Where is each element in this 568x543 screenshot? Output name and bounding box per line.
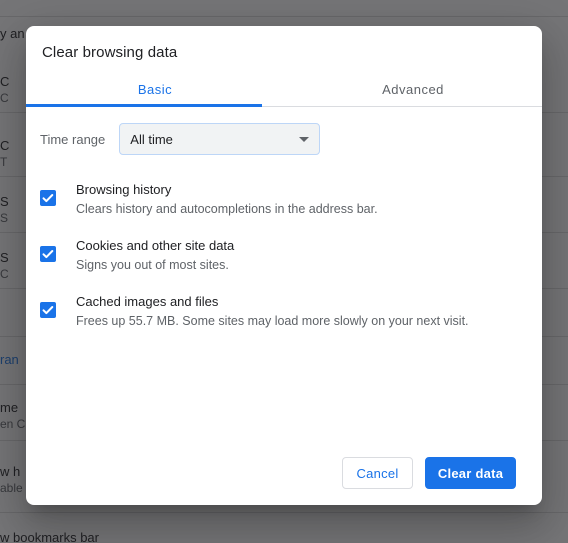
tab-advanced[interactable]: Advanced xyxy=(284,73,542,107)
option-text: Cookies and other site data Signs you ou… xyxy=(76,230,234,275)
chevron-down-icon xyxy=(299,137,310,142)
dialog-actions: Cancel Clear data xyxy=(26,441,542,505)
time-range-value: All time xyxy=(130,131,173,147)
option-title: Cached images and files xyxy=(76,294,219,309)
data-type-option-list: Browsing history Clears history and auto… xyxy=(26,174,542,342)
option-browsing-history[interactable]: Browsing history Clears history and auto… xyxy=(26,174,542,230)
checkbox-cookies-and-site-data[interactable] xyxy=(40,246,56,262)
checkbox-cached-images-and-files[interactable] xyxy=(40,302,56,318)
option-title: Browsing history xyxy=(76,182,172,197)
clear-data-button[interactable]: Clear data xyxy=(425,457,516,489)
time-range-select[interactable]: All time xyxy=(119,123,321,155)
option-description: Frees up 55.7 MB. Some sites may load mo… xyxy=(76,314,469,328)
tab-active-indicator xyxy=(26,104,262,107)
time-range-row: Time range All time xyxy=(40,123,321,155)
option-cached-images-and-files[interactable]: Cached images and files Frees up 55.7 MB… xyxy=(26,286,542,342)
time-range-label: Time range xyxy=(40,131,106,147)
tab-basic[interactable]: Basic xyxy=(26,73,284,107)
clear-browsing-data-dialog: Clear browsing data Basic Advanced Time … xyxy=(26,26,542,505)
option-text: Cached images and files Frees up 55.7 MB… xyxy=(76,286,469,331)
option-title: Cookies and other site data xyxy=(76,238,235,253)
option-cookies-and-site-data[interactable]: Cookies and other site data Signs you ou… xyxy=(26,230,542,286)
dialog-tabs: Basic Advanced xyxy=(26,73,542,107)
option-description: Signs you out of most sites. xyxy=(76,258,229,272)
cancel-button[interactable]: Cancel xyxy=(342,457,413,489)
dialog-title: Clear browsing data xyxy=(42,44,178,61)
option-text: Browsing history Clears history and auto… xyxy=(76,174,378,219)
checkbox-browsing-history[interactable] xyxy=(40,190,56,206)
option-description: Clears history and autocompletions in th… xyxy=(76,202,378,216)
